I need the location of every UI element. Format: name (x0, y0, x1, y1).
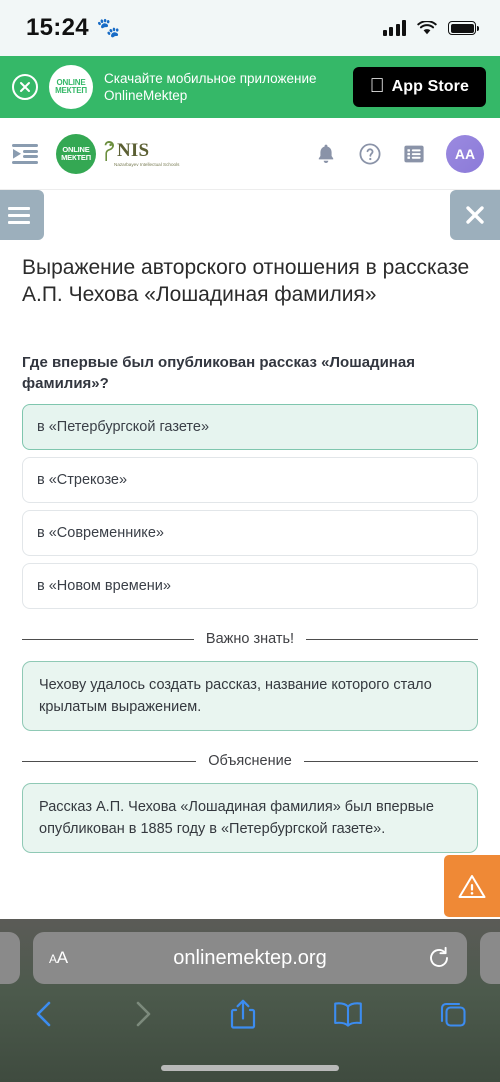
app-download-banner: ONLINE МЕКТЕП Скачайте мобильное приложе… (0, 56, 500, 118)
browser-nav-row (0, 984, 500, 1030)
divider-line-left (22, 638, 194, 640)
text-size-small-a: A (49, 952, 57, 966)
app-store-button[interactable]:  App Store (352, 67, 486, 107)
app-store-button-label: App Store (391, 78, 469, 95)
explanation-info-box: Рассказ А.П. Чехова «Лошадиная фамилия» … (22, 783, 478, 853)
answer-option[interactable]: в «Петербургской газете» (22, 404, 478, 450)
lesson-content: Выражение авторского отношения в рассказ… (0, 254, 500, 853)
avatar-initials: AA (454, 145, 476, 162)
battery-full-icon (448, 21, 479, 35)
banner-message-line-1: Скачайте мобильное приложение (104, 71, 317, 86)
site-navbar: ONLINE МЕКТЕП NIS Nazarbayev Intellectua… (0, 118, 500, 190)
lesson-menu-button[interactable] (0, 190, 44, 240)
divider-line-right (303, 760, 479, 762)
lesson-control-row (0, 190, 500, 244)
paw-icon: 🐾 (96, 17, 121, 39)
text-size-large-a: A (56, 948, 68, 967)
nis-logo-text: NIS (117, 140, 150, 162)
tabs-icon[interactable] (438, 999, 468, 1029)
banner-message-line-2: OnlineMektep (104, 88, 188, 103)
sidebar-expand-icon[interactable] (12, 137, 52, 171)
status-bar-left: 15:24 🐾 (26, 14, 121, 42)
address-bar[interactable]: AA onlinemektep.org (33, 932, 467, 984)
important-info-box: Чехову удалось создать рассказ, название… (22, 661, 478, 731)
banner-close-button[interactable] (12, 74, 38, 100)
question-text: Где впервые был опубликован рассказ «Лош… (22, 354, 415, 392)
close-x-icon (466, 206, 484, 224)
onlinemektep-banner-logo: ONLINE МЕКТЕП (49, 65, 93, 109)
close-icon (20, 82, 30, 92)
list-menu-icon[interactable] (402, 142, 426, 166)
adjacent-tab-left[interactable] (0, 932, 20, 984)
explanation-section-divider: Объяснение (22, 753, 479, 769)
back-chevron-icon[interactable] (32, 999, 56, 1029)
nis-emblem-icon (104, 140, 114, 161)
reload-icon[interactable] (427, 946, 451, 970)
answer-option-label: в «Новом времени» (37, 578, 171, 594)
url-text: onlinemektep.org (173, 946, 327, 969)
help-question-icon[interactable] (358, 142, 382, 166)
nis-logo: NIS Nazarbayev Intellectual Schools (102, 140, 179, 168)
text-size-button[interactable]: AA (49, 948, 68, 968)
status-bar-clock: 15:24 (26, 14, 89, 41)
nis-logo-subtitle: Nazarbayev Intellectual Schools (114, 161, 180, 167)
banner-logo-line-2: МЕКТЕП (55, 86, 87, 95)
answer-option-label: в «Современнике» (37, 525, 164, 541)
page-title: Выражение авторского отношения в рассказ… (22, 256, 470, 306)
bookmarks-book-icon[interactable] (332, 1000, 364, 1028)
nis-logo-row: NIS (102, 140, 149, 162)
divider-line-right (306, 638, 479, 640)
explanation-heading: Объяснение (208, 753, 292, 769)
report-problem-button[interactable] (444, 855, 500, 917)
warning-triangle-icon (458, 874, 486, 898)
adjacent-tab-right[interactable] (480, 932, 500, 984)
answer-option-label: в «Стрекозе» (37, 472, 128, 488)
answer-option[interactable]: в «Новом времени» (22, 563, 478, 609)
wifi-icon (417, 20, 437, 34)
status-bar: 15:24 🐾 (0, 0, 500, 56)
important-section-divider: Важно знать! (22, 631, 479, 647)
user-avatar[interactable]: AA (446, 134, 484, 173)
browser-bottom-bar: AA onlinemektep.org (0, 919, 500, 1082)
browser-url-row: AA onlinemektep.org (0, 932, 500, 984)
notifications-bell-icon[interactable] (314, 142, 338, 166)
divider-line-left (22, 760, 197, 762)
answer-option[interactable]: в «Стрекозе» (22, 457, 478, 503)
phone-screen: 15:24 🐾 ONLINE МЕКТЕП Скачайте мобильное… (0, 0, 500, 1082)
important-heading: Важно знать! (205, 631, 295, 647)
forward-chevron-icon[interactable] (131, 999, 155, 1029)
status-bar-right (382, 20, 479, 36)
lesson-close-button[interactable] (450, 190, 500, 240)
answer-options-list: в «Петербургской газете» в «Стрекозе» в … (22, 404, 478, 609)
home-indicator (161, 1065, 339, 1071)
share-upload-icon[interactable] (229, 998, 257, 1030)
om-logo-line-2: МЕКТЕП (61, 152, 91, 162)
cellular-signal-icon (382, 20, 406, 36)
hamburger-menu-icon (8, 206, 30, 224)
apple-logo-icon:  (370, 76, 385, 96)
answer-option[interactable]: в «Современнике» (22, 510, 478, 556)
banner-message: Скачайте мобильное приложение OnlineMekt… (104, 70, 342, 104)
navbar-icons: AA (314, 134, 484, 173)
brand-logos[interactable]: ONLINE МЕКТЕП NIS Nazarbayev Intellectua… (56, 133, 179, 174)
onlinemektep-logo: ONLINE МЕКТЕП (56, 133, 96, 174)
answer-option-label: в «Петербургской газете» (37, 419, 210, 435)
